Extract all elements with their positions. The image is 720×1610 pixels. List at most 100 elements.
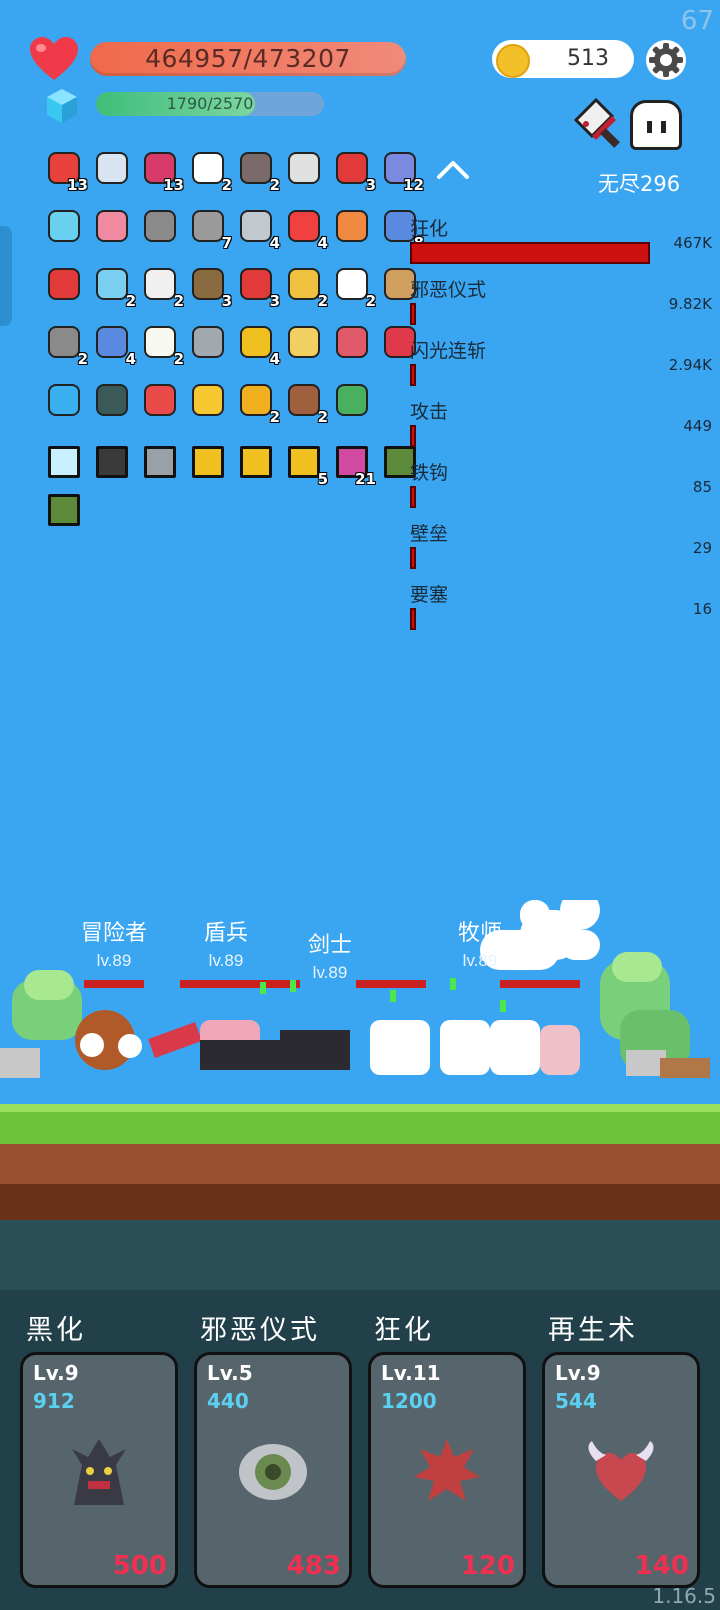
inventory-item[interactable]: 2 bbox=[236, 380, 280, 426]
inventory-item[interactable]: 13 bbox=[44, 148, 88, 194]
fence-icon bbox=[660, 1058, 710, 1078]
potion-icon bbox=[96, 268, 128, 300]
skill-level: Lv.9 bbox=[33, 1361, 79, 1385]
skill-name: 狂化 bbox=[374, 1315, 434, 1346]
card-item[interactable]: 5 bbox=[284, 442, 328, 488]
card-count: 21 bbox=[355, 470, 376, 488]
enemy-level: lv.89 bbox=[313, 963, 348, 982]
inventory-item[interactable] bbox=[332, 206, 372, 246]
card-item[interactable] bbox=[188, 442, 228, 482]
chat-bubble-icon bbox=[336, 268, 368, 300]
love-letter-icon bbox=[96, 210, 128, 242]
version-label: 1.16.5 bbox=[652, 1584, 716, 1608]
broken-heart-icon bbox=[240, 268, 272, 300]
inventory-item[interactable]: 4 bbox=[92, 322, 136, 368]
settings-button[interactable] bbox=[646, 40, 686, 80]
card-item[interactable] bbox=[92, 442, 132, 482]
item-count: 2 bbox=[173, 292, 184, 310]
inventory-item[interactable] bbox=[188, 322, 228, 362]
inventory-item[interactable]: 2 bbox=[140, 264, 184, 310]
inventory-item[interactable] bbox=[140, 380, 180, 420]
inventory-item[interactable] bbox=[44, 380, 84, 420]
inventory-item[interactable] bbox=[92, 148, 132, 188]
damage-bar bbox=[410, 608, 416, 630]
inventory-item[interactable]: 2 bbox=[332, 264, 376, 310]
damage-source-name: 攻击 bbox=[410, 401, 449, 423]
inventory-item[interactable]: 2 bbox=[236, 148, 280, 194]
card-item[interactable] bbox=[44, 490, 84, 530]
inventory-item[interactable]: 2 bbox=[44, 322, 88, 368]
item-count: 4 bbox=[269, 234, 280, 252]
inventory-item[interactable] bbox=[332, 322, 372, 362]
inventory-item[interactable] bbox=[284, 148, 324, 188]
damage-value: 9.82K bbox=[668, 295, 712, 313]
inventory-item[interactable]: 3 bbox=[236, 264, 280, 310]
item-count: 2 bbox=[269, 176, 280, 194]
item-count: 4 bbox=[269, 350, 280, 368]
inventory-item[interactable]: 4 bbox=[236, 206, 280, 252]
axe-icon bbox=[240, 210, 272, 242]
item-count: 2 bbox=[173, 350, 184, 368]
inventory-item[interactable] bbox=[92, 206, 132, 246]
inventory-item[interactable]: 12 bbox=[380, 148, 424, 194]
coin-icon bbox=[496, 44, 530, 78]
skill-card[interactable]: Lv.5 440 483 bbox=[194, 1352, 352, 1588]
dark-blade-card-icon bbox=[96, 446, 128, 478]
inventory-item[interactable] bbox=[44, 206, 84, 246]
inventory-item[interactable] bbox=[92, 380, 132, 420]
inventory-item[interactable]: 2 bbox=[140, 322, 184, 368]
crystal-icon bbox=[47, 89, 77, 123]
angry-face-card-icon bbox=[288, 446, 320, 478]
inventory-item[interactable]: 2 bbox=[92, 264, 136, 310]
inventory-item[interactable] bbox=[140, 206, 180, 246]
skill-card[interactable]: Lv.9 544 140 bbox=[542, 1352, 700, 1588]
inventory-item[interactable]: 2 bbox=[188, 148, 232, 194]
sunflower-icon bbox=[240, 326, 272, 358]
card-item[interactable] bbox=[236, 442, 276, 482]
ring-icon bbox=[288, 268, 320, 300]
damage-value: 29 bbox=[692, 539, 712, 557]
inventory-item[interactable]: 3 bbox=[332, 148, 376, 194]
crown-icon bbox=[336, 210, 368, 242]
side-drawer-tab[interactable] bbox=[0, 226, 12, 326]
capsule-icon bbox=[288, 210, 320, 242]
inventory-item[interactable] bbox=[332, 380, 372, 420]
skill-name: 邪恶仪式 bbox=[200, 1315, 320, 1346]
item-count: 12 bbox=[403, 176, 424, 194]
damage-value: 449 bbox=[683, 417, 712, 435]
heart-icon bbox=[336, 152, 368, 184]
skill-card[interactable]: Lv.9 912 500 bbox=[20, 1352, 178, 1588]
ghost-eye-left bbox=[647, 121, 652, 133]
item-count: 2 bbox=[317, 292, 328, 310]
card-item[interactable]: 21 bbox=[332, 442, 376, 488]
damage-source-name: 狂化 bbox=[410, 218, 449, 240]
inventory-item[interactable]: 4 bbox=[284, 206, 328, 252]
inventory-item[interactable]: 4 bbox=[236, 322, 280, 368]
inventory-item[interactable]: 3 bbox=[188, 264, 232, 310]
card-item[interactable] bbox=[44, 442, 84, 482]
skill-price: 483 bbox=[286, 1551, 341, 1581]
ghost-button[interactable] bbox=[630, 100, 682, 150]
bulb-icon bbox=[144, 268, 176, 300]
winged-heart-icon bbox=[584, 1435, 658, 1509]
damage-source-name: 闪光连斩 bbox=[410, 340, 487, 362]
item-count: 2 bbox=[125, 292, 136, 310]
ground-dirt bbox=[0, 1144, 720, 1184]
inventory-item[interactable] bbox=[188, 380, 228, 420]
inventory-item[interactable]: 7 bbox=[188, 206, 232, 252]
inventory-item[interactable]: 13 bbox=[140, 148, 184, 194]
inventory-item[interactable]: 2 bbox=[284, 264, 328, 310]
cleaver-icon[interactable] bbox=[572, 98, 624, 150]
collapse-chevron-up-icon[interactable] bbox=[436, 158, 470, 180]
damage-value: 85 bbox=[692, 478, 712, 496]
card-item[interactable] bbox=[140, 442, 180, 482]
blue-gem-icon bbox=[48, 384, 80, 416]
inventory-item[interactable] bbox=[44, 264, 84, 304]
inventory-item[interactable]: 2 bbox=[284, 380, 328, 426]
inventory-item[interactable] bbox=[284, 322, 324, 362]
enemy-level: lv.89 bbox=[209, 951, 244, 970]
damage-value: 467K bbox=[673, 234, 712, 252]
item-count: 2 bbox=[221, 176, 232, 194]
skill-card[interactable]: Lv.11 1200 120 bbox=[368, 1352, 526, 1588]
eye-icon bbox=[236, 1435, 310, 1509]
